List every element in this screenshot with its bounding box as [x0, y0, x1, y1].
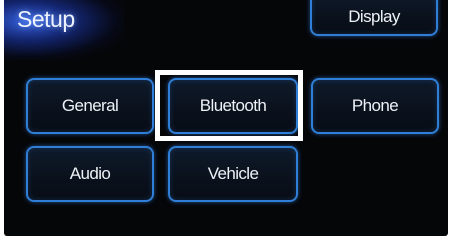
setup-screen: Setup Display General Bluetooth Phone Au… — [4, 0, 448, 236]
vehicle-button[interactable]: Vehicle — [168, 146, 298, 202]
phone-button[interactable]: Phone — [311, 78, 439, 134]
general-button[interactable]: General — [26, 78, 154, 134]
page-title: Setup — [17, 6, 75, 32]
bluetooth-button[interactable]: Bluetooth — [168, 78, 298, 134]
display-button[interactable]: Display — [310, 0, 438, 36]
audio-button[interactable]: Audio — [26, 146, 154, 202]
